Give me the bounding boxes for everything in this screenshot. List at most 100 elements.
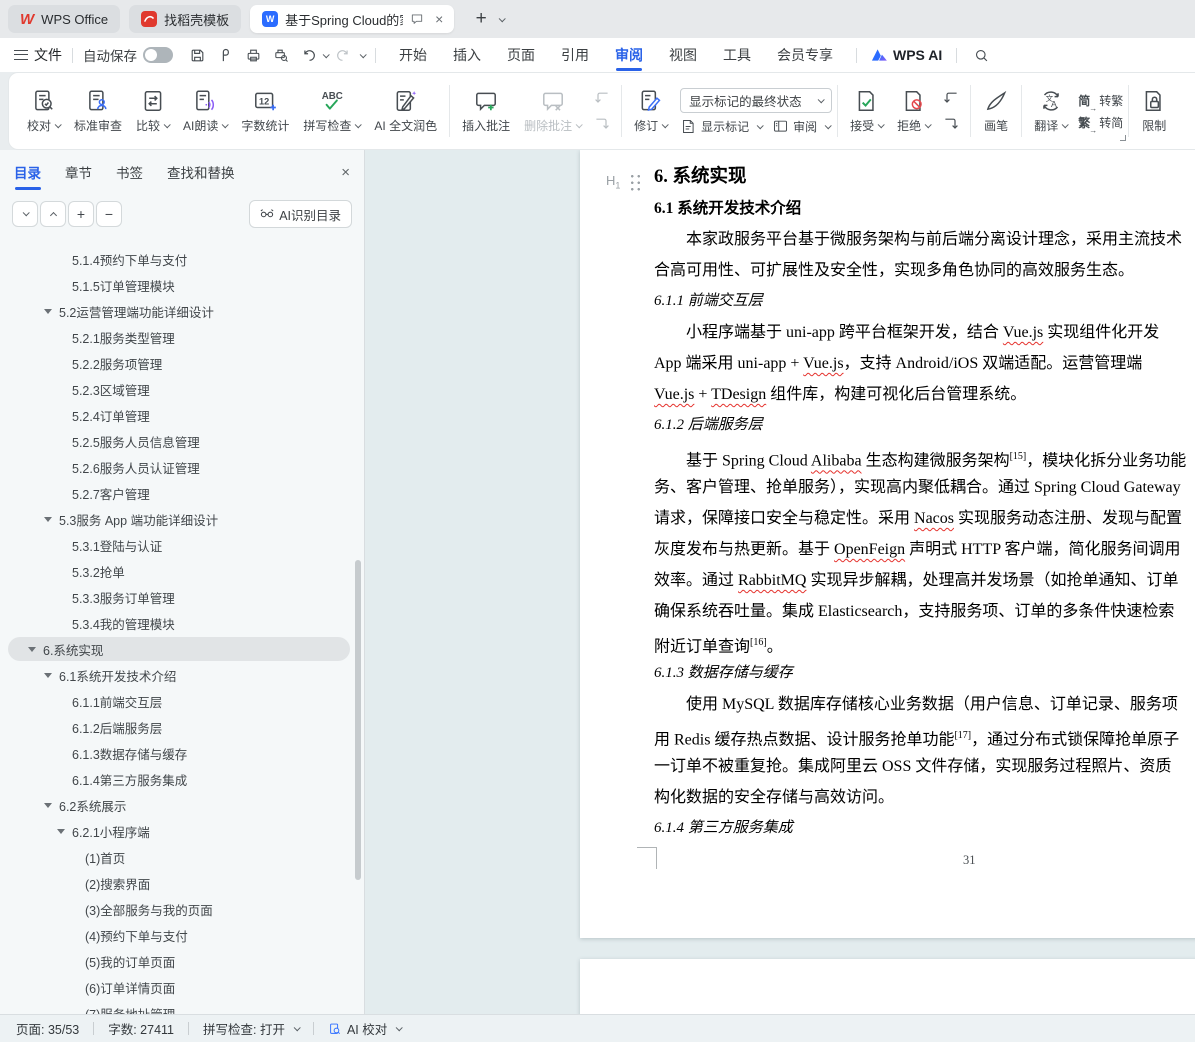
doc-line[interactable]: 用 Redis 缓存热点数据、设计服务抢单功能[17]，通过分布式锁保障抢单原子: [654, 720, 1186, 751]
spell-check-button[interactable]: ABC 拼写检查: [296, 84, 367, 138]
print-button[interactable]: [240, 43, 266, 67]
redo-button[interactable]: [329, 43, 355, 67]
export-pdf-button[interactable]: [212, 43, 238, 67]
next-change-button[interactable]: [939, 114, 963, 134]
toc-collapse-arrow-icon[interactable]: [57, 829, 65, 834]
word-count-indicator[interactable]: 字数: 27411: [108, 1019, 174, 1038]
document-page-31[interactable]: H1 6. 系统实现6.1 系统开发技术介绍本家政服务平台基于微服务架构与前后端…: [580, 150, 1195, 938]
doc-line[interactable]: 基于 Spring Cloud Alibaba 生态构建微服务架构[15]，模块…: [654, 441, 1186, 472]
compare-button[interactable]: 比较: [129, 84, 176, 138]
sidebar-tab-find-replace[interactable]: 查找和替换: [167, 150, 235, 194]
toc-item[interactable]: 6.1.3数据存储与缓存: [0, 740, 364, 766]
menu-references[interactable]: 引用: [548, 38, 602, 72]
doc-line[interactable]: 6.1.3 数据存储与缓存: [654, 658, 1186, 689]
toc-item[interactable]: 5.2.4订单管理: [0, 402, 364, 428]
tab-document[interactable]: W 基于Spring Cloud的家政服务 ×: [250, 5, 454, 33]
page-indicator[interactable]: 页面: 35/53: [16, 1019, 79, 1038]
expand-next-button[interactable]: [12, 201, 38, 227]
collapse-prev-button[interactable]: [40, 201, 66, 227]
collapse-all-button[interactable]: −: [96, 201, 122, 227]
toc-item[interactable]: 5.3.4我的管理模块: [0, 610, 364, 636]
group-expand-icon[interactable]: [1120, 135, 1126, 141]
close-tab-icon[interactable]: ×: [435, 11, 443, 27]
toc-item[interactable]: 5.2.3区域管理: [0, 376, 364, 402]
doc-line[interactable]: 效率。通过 RabbitMQ 实现异步解耦，处理高并发场景（如抢单通知、订单: [654, 565, 1186, 596]
previous-change-button[interactable]: [939, 88, 963, 108]
toc-collapse-arrow-icon[interactable]: [28, 647, 36, 652]
doc-line[interactable]: 构化数据的安全存储与高效访问。: [654, 782, 1186, 813]
markup-state-dropdown[interactable]: 显示标记的最终状态: [680, 88, 832, 113]
toc-collapse-arrow-icon[interactable]: [44, 517, 52, 522]
menu-view[interactable]: 视图: [656, 38, 710, 72]
menu-tools[interactable]: 工具: [710, 38, 764, 72]
ai-read-aloud-button[interactable]: AI朗读: [176, 84, 234, 138]
tab-wps-office[interactable]: W WPS Office: [8, 5, 120, 33]
sidebar-tab-chapters[interactable]: 章节: [65, 150, 92, 194]
doc-line[interactable]: 灰度发布与热更新。基于 OpenFeign 声明式 HTTP 客户端，简化服务间…: [654, 534, 1186, 565]
print-preview-button[interactable]: [268, 43, 294, 67]
sidebar-tab-bookmarks[interactable]: 书签: [116, 150, 143, 194]
delete-comment-button[interactable]: 删除批注: [517, 84, 588, 138]
doc-line[interactable]: 附近订单查询[16]。: [654, 627, 1186, 658]
ai-proofread-status[interactable]: AI 校对: [328, 1019, 401, 1038]
toc-item[interactable]: 6.系统实现: [0, 636, 364, 662]
doc-line[interactable]: 6.1.4 第三方服务集成: [654, 813, 1186, 844]
doc-line[interactable]: 6.1.2 后端服务层: [654, 410, 1186, 441]
ink-brush-button[interactable]: 画笔: [976, 84, 1016, 138]
toc-item[interactable]: 6.1系统开发技术介绍: [0, 662, 364, 688]
toc-item[interactable]: 5.2运营管理端功能详细设计: [0, 298, 364, 324]
toc-item[interactable]: 5.2.1服务类型管理: [0, 324, 364, 350]
toc-item[interactable]: (6)订单详情页面: [0, 974, 364, 1000]
wps-ai-button[interactable]: WPS AI: [867, 47, 946, 63]
toc-item[interactable]: 6.2.1小程序端: [0, 818, 364, 844]
toc-item[interactable]: 5.2.7客户管理: [0, 480, 364, 506]
doc-line[interactable]: Vue.js + TDesign 组件库，构建可视化后台管理系统。: [654, 379, 1186, 410]
doc-line[interactable]: 本家政服务平台基于微服务架构与前后端分离设计理念，采用主流技术: [654, 224, 1186, 255]
toc-item[interactable]: (5)我的订单页面: [0, 948, 364, 974]
doc-line[interactable]: 使用 MySQL 数据库存储核心业务数据（用户信息、订单记录、服务项: [654, 689, 1186, 720]
document-page-32[interactable]: [580, 959, 1195, 1014]
toc-item[interactable]: (2)搜索界面: [0, 870, 364, 896]
word-count-button[interactable]: 12 字数统计: [234, 84, 296, 138]
toc-item[interactable]: 6.1.2后端服务层: [0, 714, 364, 740]
toc-collapse-arrow-icon[interactable]: [44, 309, 52, 314]
doc-line[interactable]: 6.1 系统开发技术介绍: [654, 193, 1186, 224]
sidebar-tab-contents[interactable]: 目录: [14, 150, 41, 194]
save-button[interactable]: [184, 43, 210, 67]
toc-collapse-arrow-icon[interactable]: [44, 803, 52, 808]
doc-line[interactable]: App 端采用 uni-app + Vue.js，支持 Android/iOS …: [654, 348, 1186, 379]
toc-item[interactable]: 5.3.1登陆与认证: [0, 532, 364, 558]
doc-line[interactable]: 务、客户管理、抢单服务），实现高内聚低耦合。通过 Spring Cloud Ga…: [654, 472, 1186, 503]
search-button[interactable]: [968, 43, 994, 67]
comment-bubble-icon[interactable]: [410, 12, 424, 26]
toc-item[interactable]: 5.3.2抢单: [0, 558, 364, 584]
spell-check-status[interactable]: 拼写检查: 打开: [203, 1019, 299, 1038]
heading-drag-handle[interactable]: H1: [606, 172, 641, 191]
insert-comment-button[interactable]: 插入批注: [455, 84, 517, 138]
menu-home[interactable]: 开始: [386, 38, 440, 72]
standard-review-button[interactable]: 标准审查: [67, 84, 129, 138]
toc-item[interactable]: 6.1.4第三方服务集成: [0, 766, 364, 792]
review-pane-button[interactable]: 审阅: [772, 118, 830, 135]
toc-item[interactable]: (1)首页: [0, 844, 364, 870]
expand-all-button[interactable]: +: [68, 201, 94, 227]
doc-line[interactable]: 确保系统吞吐量。集成 Elasticsearch，支持服务项、订单的多条件快速检…: [654, 596, 1186, 627]
previous-comment-button[interactable]: [590, 88, 614, 108]
doc-line[interactable]: 6.1.1 前端交互层: [654, 286, 1186, 317]
new-tab-button[interactable]: +: [469, 8, 493, 30]
toc-item[interactable]: 5.3.3服务订单管理: [0, 584, 364, 610]
quick-access-chevron-icon[interactable]: [360, 51, 367, 58]
close-sidebar-icon[interactable]: ×: [341, 164, 350, 181]
simplified-to-traditional-button[interactable]: 简 转繁: [1078, 92, 1123, 109]
drag-dots-icon[interactable]: [628, 172, 641, 191]
ai-polish-button[interactable]: AI 全文润色: [367, 84, 444, 138]
toc-item[interactable]: 5.1.4预约下单与支付: [0, 246, 364, 272]
show-markup-button[interactable]: 显示标记: [680, 118, 762, 135]
sidebar-scrollbar[interactable]: [355, 560, 361, 880]
menu-insert[interactable]: 插入: [440, 38, 494, 72]
tab-docer-templates[interactable]: 找稻壳模板: [129, 5, 241, 33]
toc-item[interactable]: (4)预约下单与支付: [0, 922, 364, 948]
toc-item[interactable]: 6.1.1前端交互层: [0, 688, 364, 714]
toc-item[interactable]: (7)服务地址管理: [0, 1000, 364, 1014]
toc-item[interactable]: (3)全部服务与我的页面: [0, 896, 364, 922]
